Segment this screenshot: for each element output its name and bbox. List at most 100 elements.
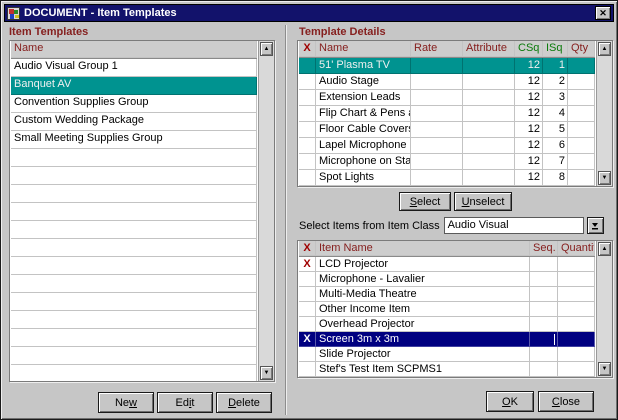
selected-mark: [299, 362, 316, 377]
item-name-cell: Spot Lights: [316, 170, 411, 186]
attribute-cell: [463, 170, 515, 186]
close-icon[interactable]: ✕: [595, 6, 611, 20]
delete-button[interactable]: Delete: [216, 392, 272, 413]
item-class-combobox[interactable]: Audio Visual: [444, 217, 584, 234]
scroll-down-icon[interactable]: ▼: [260, 366, 273, 380]
scroll-up-icon[interactable]: ▲: [598, 42, 611, 56]
item-class-items-scrollbar[interactable]: ▲ ▼: [596, 241, 612, 377]
list-item[interactable]: Small Meeting Supplies Group: [11, 131, 257, 149]
table-row[interactable]: XScreen 3m x 3m: [299, 332, 595, 347]
table-row[interactable]: XLCD Projector: [299, 257, 595, 272]
list-item[interactable]: Banquet AV: [11, 77, 257, 95]
selected-mark: [299, 287, 316, 302]
table-row[interactable]: Slide Projector: [299, 347, 595, 362]
table-row[interactable]: Multi-Media Theatre: [299, 287, 595, 302]
rate-cell: [411, 106, 463, 122]
scroll-up-icon[interactable]: ▲: [598, 242, 611, 256]
list-item[interactable]: Custom Wedding Package: [11, 113, 257, 131]
attribute-cell: [463, 122, 515, 138]
scroll-down-icon[interactable]: ▼: [598, 171, 611, 185]
table-row[interactable]: 51' Plasma TV121: [299, 58, 595, 74]
select-button[interactable]: Select: [399, 192, 451, 211]
quantity-cell: [558, 362, 595, 377]
template-details-scrollbar[interactable]: ▲ ▼: [596, 41, 612, 186]
seq-cell: [530, 362, 558, 377]
column-header: Quantity: [558, 241, 595, 256]
qty-cell: [568, 58, 595, 74]
quantity-cell: [558, 287, 595, 302]
table-row[interactable]: Lapel Microphone126: [299, 138, 595, 154]
item-templates-dialog: DOCUMENT - Item Templates ✕ Item Templat…: [0, 0, 618, 420]
selected-mark: [299, 74, 316, 90]
list-item-label: Custom Wedding Package: [11, 113, 257, 131]
template-details-header: XNameRateAttributeCSqISqQty: [299, 41, 595, 58]
table-row[interactable]: Microphone on Stand127: [299, 154, 595, 170]
table-row[interactable]: Flip Chart & Pens and penc124: [299, 106, 595, 122]
list-item-label: Audio Visual Group 1: [11, 59, 257, 77]
item-name-cell: Slide Projector: [316, 347, 530, 362]
selected-mark: [299, 58, 316, 74]
table-row[interactable]: Extension Leads123: [299, 90, 595, 106]
isq-cell: 3: [543, 90, 568, 106]
attribute-cell: [463, 106, 515, 122]
selected-mark: [299, 106, 316, 122]
column-header: Item Name: [316, 241, 530, 256]
selected-mark: [299, 347, 316, 362]
qty-cell: [568, 74, 595, 90]
item-name-cell: Overhead Projector: [316, 317, 530, 332]
csq-cell: 12: [515, 106, 543, 122]
table-row[interactable]: Overhead Projector: [299, 317, 595, 332]
column-header: Name: [11, 41, 257, 58]
rate-cell: [411, 58, 463, 74]
quantity-cell: [558, 302, 595, 317]
column-header: Attribute: [463, 41, 515, 57]
qty-cell: [568, 138, 595, 154]
table-row[interactable]: Microphone - Lavalier: [299, 272, 595, 287]
list-item-label: Banquet AV: [11, 77, 257, 95]
table-row[interactable]: Spot Lights128: [299, 170, 595, 186]
selected-mark: [299, 272, 316, 287]
table-row[interactable]: Stef's Test Item SCPMS1: [299, 362, 595, 377]
table-row[interactable]: Audio Stage122: [299, 74, 595, 90]
table-row[interactable]: Floor Cable Covers125: [299, 122, 595, 138]
attribute-cell: [463, 154, 515, 170]
scroll-down-icon[interactable]: ▼: [598, 362, 611, 376]
csq-cell: 12: [515, 154, 543, 170]
isq-cell: 2: [543, 74, 568, 90]
edit-button[interactable]: Edit: [157, 392, 213, 413]
empty-cell: [11, 329, 257, 347]
isq-cell: 7: [543, 154, 568, 170]
list-item[interactable]: Audio Visual Group 1: [11, 59, 257, 77]
item-class-label: Select Items from Item Class: [299, 220, 440, 232]
item-name-cell: Lapel Microphone: [316, 138, 411, 154]
scroll-up-icon[interactable]: ▲: [260, 42, 273, 56]
item-name-cell: Floor Cable Covers: [316, 122, 411, 138]
empty-cell: [11, 203, 257, 221]
isq-cell: 8: [543, 170, 568, 186]
empty-cell: [11, 167, 257, 185]
item-templates-scrollbar[interactable]: ▲ ▼: [258, 41, 274, 381]
new-button[interactable]: New: [98, 392, 154, 413]
selected-mark: X: [299, 332, 316, 347]
csq-cell: 12: [515, 58, 543, 74]
csq-cell: 12: [515, 74, 543, 90]
quantity-cell: [558, 272, 595, 287]
column-header: Seq.: [530, 241, 558, 256]
rate-cell: [411, 74, 463, 90]
csq-cell: 12: [515, 122, 543, 138]
item-class-items-table: X Item NameSeq.Quantity XLCD ProjectorMic…: [297, 240, 613, 378]
empty-cell: [11, 221, 257, 239]
item-name-cell: Stef's Test Item SCPMS1: [316, 362, 530, 377]
table-row[interactable]: Other Income Item: [299, 302, 595, 317]
quantity-cell: [558, 347, 595, 362]
unselect-button[interactable]: Unselect: [454, 192, 512, 211]
empty-cell: [11, 365, 257, 382]
list-item[interactable]: Convention Supplies Group: [11, 95, 257, 113]
text-cursor: [554, 334, 555, 345]
close-button[interactable]: Close: [538, 391, 594, 412]
dropdown-arrow-icon[interactable]: [587, 217, 604, 234]
isq-cell: 6: [543, 138, 568, 154]
ok-button[interactable]: OK: [486, 391, 534, 412]
rate-cell: [411, 138, 463, 154]
panel-divider: [285, 25, 287, 415]
